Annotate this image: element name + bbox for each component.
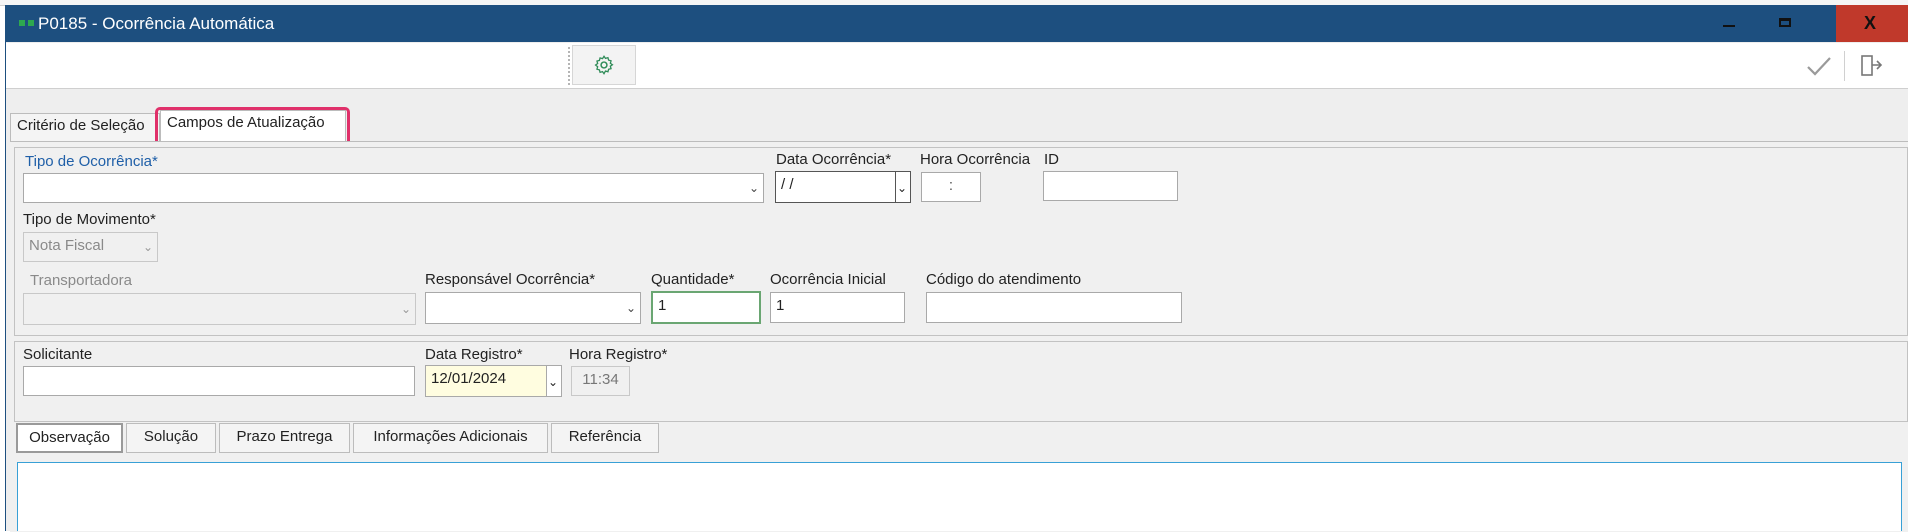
solicitante-label: Solicitante (23, 346, 93, 363)
codigo-atendimento-label: Código do atendimento (926, 271, 1082, 288)
toolbar (6, 43, 1908, 89)
hora-registro-label: Hora Registro* (569, 346, 668, 363)
confirm-check-icon (1807, 57, 1831, 76)
toolbar-separator (568, 47, 570, 85)
confirm-button[interactable] (1802, 49, 1836, 83)
exit-button[interactable] (1854, 49, 1888, 83)
hora-ocorrencia-field[interactable]: : (921, 172, 981, 202)
chevron-down-icon: ⌄ (400, 302, 411, 316)
tipo-movimento-label: Tipo de Movimento* (23, 211, 156, 228)
tab-referencia[interactable]: Referência (551, 423, 659, 453)
id-label: ID (1044, 151, 1059, 168)
chevron-down-icon: ⌄ (625, 301, 636, 315)
ocorrencia-inicial-label: Ocorrência Inicial (770, 271, 886, 288)
window-title: P0185 - Ocorrência Automática (38, 14, 275, 33)
close-icon: X (1864, 13, 1877, 33)
quantidade-field[interactable]: 1 (651, 291, 761, 324)
date-dropdown-button[interactable]: ⌄ (895, 172, 910, 202)
tab-observacao[interactable]: Observação (16, 423, 123, 453)
chevron-down-icon: ⌄ (897, 181, 908, 195)
data-ocorrencia-field[interactable]: / / ⌄ (775, 171, 911, 203)
settings-button[interactable] (572, 45, 636, 85)
tipo-ocorrencia-label: Tipo de Ocorrência* (25, 153, 158, 170)
close-button[interactable]: X (1836, 5, 1908, 42)
id-field[interactable] (1043, 171, 1178, 201)
tipo-ocorrencia-select[interactable]: ⌄ (23, 173, 764, 203)
ocorrencia-inicial-field[interactable]: 1 (770, 292, 905, 323)
maximize-button[interactable] (1757, 5, 1815, 42)
quantidade-label: Quantidade* (651, 271, 735, 288)
minimize-button[interactable] (1701, 5, 1757, 42)
hora-ocorrencia-label: Hora Ocorrência (920, 151, 1031, 168)
data-registro-field[interactable]: 12/01/2024 ⌄ (425, 365, 562, 397)
app-icon (19, 20, 35, 27)
transportadora-label: Transportadora (30, 272, 132, 289)
maximize-icon (1779, 18, 1791, 27)
date-dropdown-button[interactable]: ⌄ (546, 366, 561, 396)
tab-criterio-selecao[interactable]: Critério de Seleção (10, 113, 160, 141)
responsavel-select[interactable]: ⌄ (425, 292, 641, 324)
solicitante-field[interactable] (23, 366, 415, 396)
title-bar: P0185 - Ocorrência Automática X (5, 5, 1908, 42)
exit-icon (1861, 55, 1883, 76)
responsavel-label: Responsável Ocorrência* (425, 271, 596, 288)
transportadora-select[interactable]: ⌄ (23, 293, 416, 325)
settings-icon (594, 55, 614, 75)
chevron-down-icon: ⌄ (748, 181, 759, 195)
observacao-textarea[interactable] (17, 462, 1902, 531)
data-registro-label: Data Registro* (425, 346, 523, 363)
tipo-movimento-select[interactable]: Nota Fiscal ⌄ (23, 232, 158, 262)
codigo-atendimento-field[interactable] (926, 292, 1182, 323)
hora-registro-field[interactable]: 11:34 (571, 366, 630, 396)
chevron-down-icon: ⌄ (548, 375, 559, 389)
tab-prazo-entrega[interactable]: Prazo Entrega (219, 423, 350, 453)
tab-solucao[interactable]: Solução (126, 423, 216, 453)
tab-informacoes-adicionais[interactable]: Informações Adicionais (353, 423, 548, 453)
chevron-down-icon: ⌄ (142, 240, 153, 254)
toolbar-separator-right (1844, 51, 1845, 81)
data-ocorrencia-label: Data Ocorrência* (776, 151, 892, 168)
